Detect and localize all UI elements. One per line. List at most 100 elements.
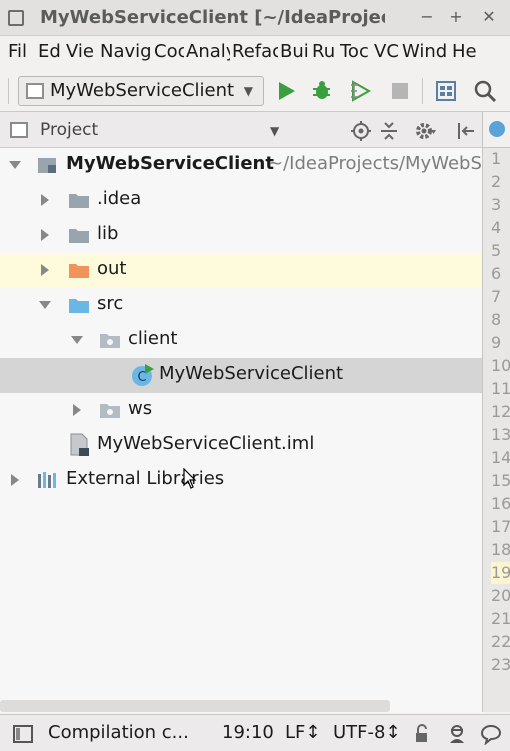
project-tree: MyWebServiceClient ~/IdeaProjects/MyWebS… <box>0 148 482 713</box>
menu-tools[interactable]: Toc <box>340 38 372 66</box>
menu-analyze[interactable]: Analy <box>186 38 230 66</box>
line-number: 21 <box>491 609 510 628</box>
status-message[interactable]: Compilation c... <box>48 722 189 743</box>
ws-package-label: ws <box>128 398 153 419</box>
project-panel-icon <box>10 122 28 138</box>
line-number: 1 <box>491 149 502 168</box>
inspector-icon[interactable] <box>446 723 468 745</box>
collapsed-arrow-icon[interactable] <box>38 228 52 242</box>
tree-row-src[interactable]: src <box>0 288 482 323</box>
line-number: 19 <box>491 562 510 584</box>
editor-area: 1 2 3 4 5 6 7 8 9 10 11 12 13 14 15 16 17 18 19 20 21 22 23 <box>482 112 510 712</box>
tree-row-ws[interactable]: ws <box>0 393 482 428</box>
line-number: 9 <box>491 333 502 352</box>
line-number: 5 <box>491 241 502 260</box>
stop-icon[interactable] <box>388 79 412 103</box>
tree-row-client[interactable]: client <box>0 323 482 358</box>
editor-tab[interactable] <box>483 112 510 148</box>
menu-refactor[interactable]: Refac <box>232 38 278 66</box>
main-toolbar: MyWebServiceClient ▼ <box>0 70 510 112</box>
tree-row-idea[interactable]: .idea <box>0 183 482 218</box>
line-number: 17 <box>491 517 510 536</box>
source-folder-icon <box>69 299 89 313</box>
collapsed-arrow-icon[interactable] <box>8 473 22 487</box>
lock-icon[interactable] <box>411 723 433 745</box>
line-number: 10 <box>491 356 510 375</box>
idea-folder-label: .idea <box>97 188 142 209</box>
chevron-down-icon: ▼ <box>243 84 253 98</box>
hide-panel-icon[interactable] <box>454 120 476 142</box>
package-icon <box>100 334 120 348</box>
menu-bar: Fil Ed Vie Navig Coc Analy Refac Bui Ru … <box>0 36 510 68</box>
line-number: 18 <box>491 540 510 559</box>
line-number: 7 <box>491 287 502 306</box>
view-selector-chevron-icon[interactable]: ▼ <box>270 124 279 138</box>
collapsed-arrow-icon[interactable] <box>70 403 84 417</box>
menu-navigate[interactable]: Navig <box>100 38 152 66</box>
gear-icon[interactable] <box>414 120 436 142</box>
external-libraries-label: External Libraries <box>66 468 225 489</box>
collapse-all-icon[interactable] <box>378 120 400 142</box>
java-class-icon: C <box>132 364 154 386</box>
line-number: 2 <box>491 172 502 191</box>
line-number: 6 <box>491 264 502 283</box>
minimize-button[interactable]: − <box>416 6 438 28</box>
line-number: 15 <box>491 471 510 490</box>
tree-row-iml[interactable]: MyWebServiceClient.iml <box>0 428 482 463</box>
expanded-arrow-icon[interactable] <box>38 298 52 312</box>
line-number: 22 <box>491 632 510 651</box>
line-number: 8 <box>491 310 502 329</box>
search-icon[interactable] <box>473 79 497 103</box>
line-number: 3 <box>491 195 502 214</box>
menu-edit[interactable]: Ed <box>38 38 64 66</box>
collapsed-arrow-icon[interactable] <box>38 193 52 207</box>
menu-build[interactable]: Bui <box>280 38 310 66</box>
file-encoding[interactable]: UTF-8↕ <box>333 722 401 743</box>
expanded-arrow-icon[interactable] <box>70 333 84 347</box>
mouse-cursor-icon <box>183 468 197 489</box>
libraries-icon <box>38 472 56 488</box>
menu-vcs[interactable]: VC <box>374 38 400 66</box>
line-number: 11 <box>491 379 510 398</box>
menu-window[interactable]: Wind <box>402 38 450 66</box>
menu-code[interactable]: Coc <box>154 38 184 66</box>
tree-row-external-libraries[interactable]: External Libraries <box>0 463 482 498</box>
menu-help[interactable]: He <box>452 38 480 66</box>
run-configuration-selector[interactable]: MyWebServiceClient ▼ <box>18 76 264 106</box>
tree-row-main-class[interactable]: C MyWebServiceClient <box>0 358 482 393</box>
line-number: 4 <box>491 218 502 237</box>
tree-row-out[interactable]: out <box>0 253 482 288</box>
project-structure-icon[interactable] <box>434 79 458 103</box>
toolbar-grip <box>8 78 9 104</box>
menu-file[interactable]: Fil <box>8 38 36 66</box>
close-button[interactable]: ✕ <box>478 6 500 28</box>
module-folder-icon <box>38 158 56 173</box>
menu-run[interactable]: Ru <box>312 38 338 66</box>
run-icon[interactable] <box>274 79 298 103</box>
iml-file-label: MyWebServiceClient.iml <box>97 433 315 454</box>
java-class-tab-icon <box>489 121 505 137</box>
caret-position[interactable]: 19:10 <box>222 722 274 743</box>
event-log-icon[interactable] <box>480 723 502 745</box>
project-panel-title[interactable]: Project <box>40 120 98 140</box>
tree-row-root[interactable]: MyWebServiceClient ~/IdeaProjects/MyWebS <box>0 148 482 183</box>
iml-file-icon <box>70 433 89 456</box>
locate-icon[interactable] <box>350 120 372 142</box>
src-folder-label: src <box>97 293 124 314</box>
collapsed-arrow-icon[interactable] <box>38 263 52 277</box>
line-number: 14 <box>491 448 510 467</box>
line-separator[interactable]: LF↕ <box>285 722 320 743</box>
horizontal-scrollbar[interactable] <box>0 700 390 712</box>
maximize-button[interactable]: + <box>445 6 467 28</box>
menu-view[interactable]: Vie <box>66 38 98 66</box>
project-panel-header: Project ▼ <box>0 112 482 148</box>
debug-icon[interactable] <box>310 79 334 103</box>
tree-row-lib[interactable]: lib <box>0 218 482 253</box>
expanded-arrow-icon[interactable] <box>8 158 22 172</box>
tool-windows-icon[interactable] <box>12 723 34 745</box>
status-bar: Compilation c... 19:10 LF↕ UTF-8↕ <box>0 714 510 751</box>
toolbar-separator <box>422 78 423 104</box>
window-icon <box>8 10 24 26</box>
lib-folder-label: lib <box>97 223 119 244</box>
coverage-icon[interactable] <box>348 79 372 103</box>
